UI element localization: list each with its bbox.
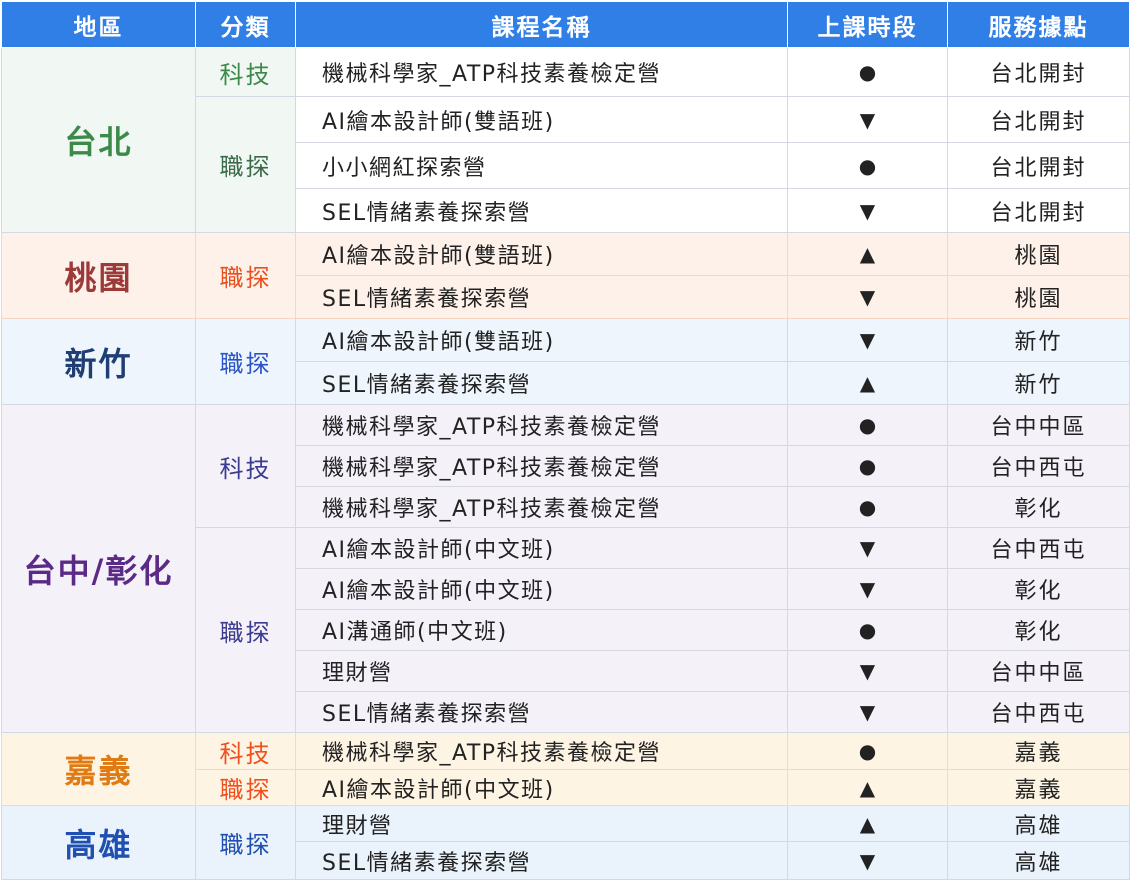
time-slot: ▲ <box>787 805 948 842</box>
table-row: 台中/彰化 科技 機械科學家_ATP科技素養檢定營 ● 台中中區 <box>1 404 1130 733</box>
course-name: SEL情緒素養探索營 <box>295 275 788 319</box>
time-slot: ▼ <box>787 96 948 143</box>
course-name: SEL情緒素養探索營 <box>295 841 788 880</box>
location: 彰化 <box>947 486 1130 528</box>
time-slot: ● <box>787 404 948 446</box>
table-row: 新竹 職探 AI繪本設計師(雙語班) ▼ 新竹 <box>1 318 1130 405</box>
header-location: 服務據點 <box>947 1 1130 48</box>
location: 彰化 <box>947 568 1130 610</box>
time-slot: ▲ <box>787 232 948 276</box>
course-name: AI繪本設計師(中文班) <box>295 769 788 806</box>
category-taipei-explore: 職探 <box>195 96 296 233</box>
location: 高雄 <box>947 805 1130 842</box>
time-slot: ▼ <box>787 318 948 362</box>
location: 高雄 <box>947 841 1130 880</box>
course-name: 理財營 <box>295 805 788 842</box>
location: 台中中區 <box>947 650 1130 692</box>
table-row: 台北 科技 機械科學家_ATP科技素養檢定營 ● 台北開封 <box>1 47 1130 233</box>
course-name: 理財營 <box>295 650 788 692</box>
course-name: SEL情緒素養探索營 <box>295 188 788 233</box>
location: 桃園 <box>947 275 1130 319</box>
location: 台中西屯 <box>947 691 1130 733</box>
time-slot: ▼ <box>787 188 948 233</box>
location: 台中中區 <box>947 404 1130 446</box>
region-chiayi: 嘉義 <box>1 732 196 806</box>
time-slot: ▼ <box>787 691 948 733</box>
course-name: AI繪本設計師(中文班) <box>295 527 788 569</box>
time-slot: ● <box>787 445 948 487</box>
course-name: AI繪本設計師(雙語班) <box>295 318 788 362</box>
course-name: AI溝通師(中文班) <box>295 609 788 651</box>
category-taichung-tech: 科技 <box>195 404 296 528</box>
time-slot: ● <box>787 732 948 770</box>
location: 新竹 <box>947 361 1130 405</box>
time-slot: ● <box>787 609 948 651</box>
location: 嘉義 <box>947 732 1130 770</box>
course-name: AI繪本設計師(雙語班) <box>295 232 788 276</box>
time-slot: ● <box>787 142 948 189</box>
table-row: 桃園 職探 AI繪本設計師(雙語班) ▲ 桃園 <box>1 232 1130 319</box>
course-name: 機械科學家_ATP科技素養檢定營 <box>295 732 788 770</box>
location: 桃園 <box>947 232 1130 276</box>
header-course-name: 課程名稱 <box>295 1 788 48</box>
location: 彰化 <box>947 609 1130 651</box>
time-slot: ▲ <box>787 361 948 405</box>
location: 嘉義 <box>947 769 1130 806</box>
course-name: SEL情緒素養探索營 <box>295 361 788 405</box>
category-chiayi-explore: 職探 <box>195 769 296 806</box>
region-taipei: 台北 <box>1 47 196 233</box>
location: 台中西屯 <box>947 527 1130 569</box>
category-taoyuan-explore: 職探 <box>195 232 296 319</box>
time-slot: ▼ <box>787 841 948 880</box>
time-slot: ▼ <box>787 568 948 610</box>
category-kaohsiung-explore: 職探 <box>195 805 296 880</box>
course-name: 機械科學家_ATP科技素養檢定營 <box>295 445 788 487</box>
location: 台北開封 <box>947 47 1130 97</box>
course-name: 機械科學家_ATP科技素養檢定營 <box>295 47 788 97</box>
table-row: 高雄 職探 理財營 ▲ 高雄 <box>1 805 1130 880</box>
location: 新竹 <box>947 318 1130 362</box>
time-slot: ▼ <box>787 527 948 569</box>
header-region: 地區 <box>1 1 196 48</box>
course-name: AI繪本設計師(雙語班) <box>295 96 788 143</box>
region-hsinchu: 新竹 <box>1 318 196 405</box>
category-hsinchu-explore: 職探 <box>195 318 296 405</box>
course-name: SEL情緒素養探索營 <box>295 691 788 733</box>
course-name: AI繪本設計師(中文班) <box>295 568 788 610</box>
category-taipei-tech: 科技 <box>195 47 296 97</box>
table-row: 嘉義 科技 機械科學家_ATP科技素養檢定營 ● 嘉義 <box>1 732 1130 806</box>
header-category: 分類 <box>195 1 296 48</box>
time-slot: ▲ <box>787 769 948 806</box>
location: 台中西屯 <box>947 445 1130 487</box>
course-name: 小小網紅探索營 <box>295 142 788 189</box>
course-schedule-table: 地區 分類 課程名稱 上課時段 服務據點 台北 科技 機械科學家_ATP科技素養… <box>1 1 1130 880</box>
header-time-slot: 上課時段 <box>787 1 948 48</box>
category-chiayi-tech: 科技 <box>195 732 296 770</box>
region-taichung-changhua: 台中/彰化 <box>1 404 196 733</box>
category-taichung-explore: 職探 <box>195 527 296 733</box>
time-slot: ▼ <box>787 650 948 692</box>
location: 台北開封 <box>947 188 1130 233</box>
region-kaohsiung: 高雄 <box>1 805 196 880</box>
location: 台北開封 <box>947 142 1130 189</box>
time-slot: ● <box>787 486 948 528</box>
course-name: 機械科學家_ATP科技素養檢定營 <box>295 486 788 528</box>
course-name: 機械科學家_ATP科技素養檢定營 <box>295 404 788 446</box>
time-slot: ▼ <box>787 275 948 319</box>
time-slot: ● <box>787 47 948 97</box>
header-row: 地區 分類 課程名稱 上課時段 服務據點 <box>1 1 1130 48</box>
region-taoyuan: 桃園 <box>1 232 196 319</box>
location: 台北開封 <box>947 96 1130 143</box>
